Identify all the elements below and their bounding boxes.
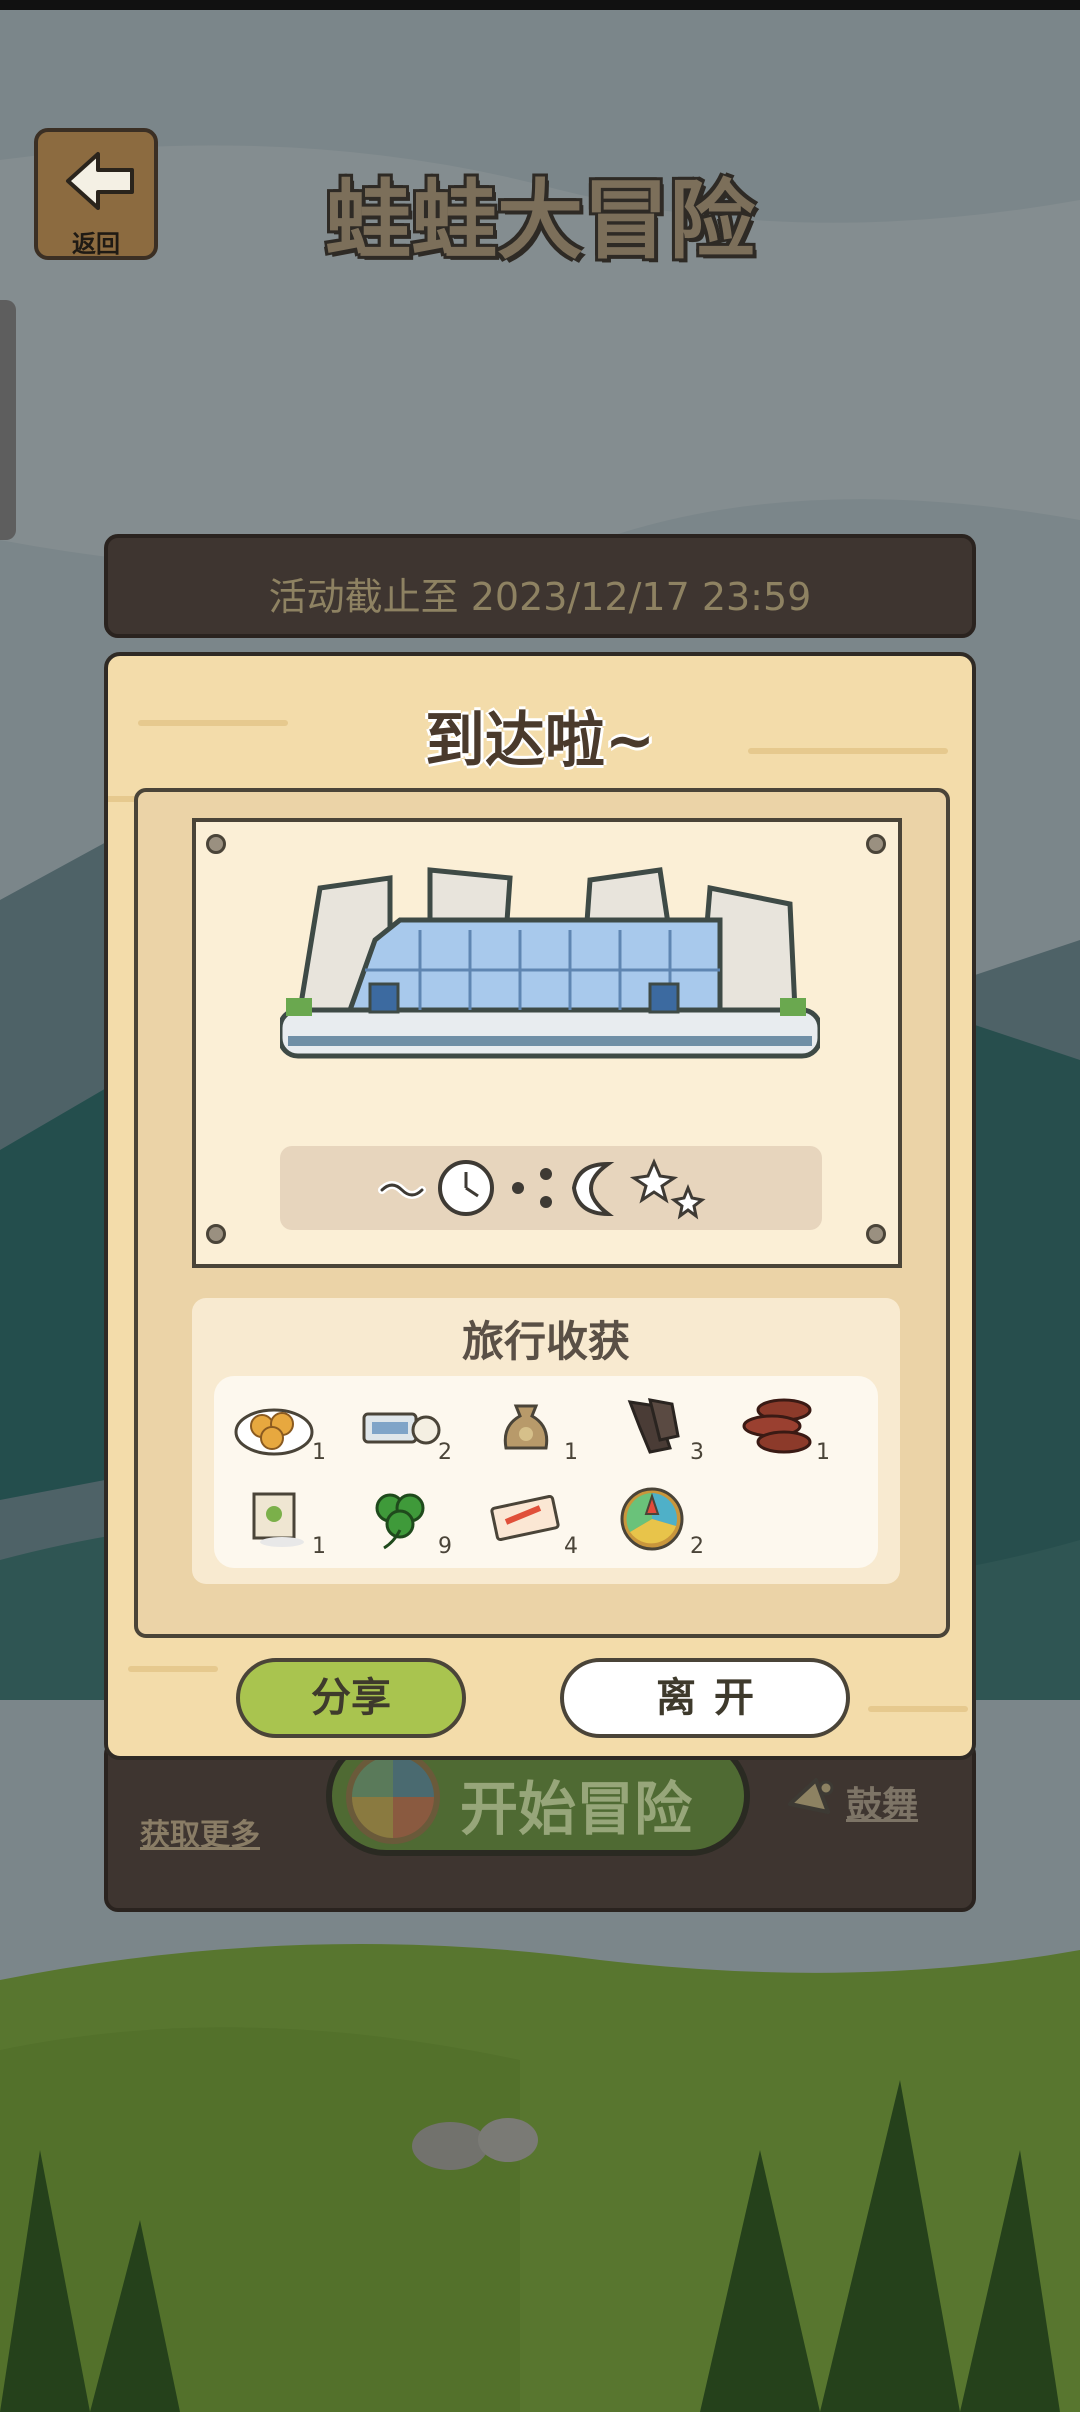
harvest-item[interactable]: 1 (214, 1480, 338, 1570)
glass-building-icon (280, 867, 820, 1059)
start-adventure-label: 开始冒险 (460, 1775, 693, 1843)
page-title: 蛙蛙大冒险 (325, 171, 755, 271)
harvest-title: 旅行收获 (461, 1317, 630, 1366)
money-bag-icon (503, 1404, 549, 1450)
harvest-section: 旅行收获 1 2 1 3 1 1 9 4 2 (192, 1298, 900, 1584)
get-more-link[interactable]: 获取更多 (140, 1810, 260, 1854)
harvest-item[interactable]: 2 (592, 1480, 716, 1570)
nail (866, 834, 886, 854)
nail (206, 1224, 226, 1244)
dialog-title: 到达啦~ (424, 706, 656, 776)
harvest-items-grid: 1 2 1 3 1 1 9 4 2 (214, 1376, 878, 1568)
destination-poster (192, 818, 902, 1268)
item-count: 3 (690, 1440, 704, 1465)
item-count: 1 (816, 1440, 830, 1465)
seed-packet-icon (252, 1492, 304, 1547)
status-bar (0, 0, 1080, 10)
item-count: 2 (438, 1440, 452, 1465)
event-board-header: 活动截止至 2023/12/17 23:59 (104, 534, 976, 638)
wood-grain (128, 1666, 218, 1672)
event-deadline: 活动截止至 2023/12/17 23:59 (268, 575, 812, 619)
harvest-item[interactable]: 1 (466, 1386, 590, 1476)
share-button[interactable]: 分享 (236, 1658, 466, 1738)
spinner-wheel-icon (620, 1487, 684, 1551)
nail (206, 834, 226, 854)
spinner-wheel-icon (346, 1750, 440, 1844)
coin-stack-icon (742, 1398, 812, 1454)
harvest-item[interactable]: 1 (214, 1386, 338, 1476)
item-count: 1 (564, 1440, 578, 1465)
harvest-item[interactable]: 1 (718, 1386, 842, 1476)
nail (866, 1224, 886, 1244)
harvest-item[interactable]: 9 (340, 1480, 464, 1570)
travel-symbols-icon (378, 1158, 706, 1220)
item-count: 9 (438, 1534, 452, 1559)
arrow-left-icon (66, 152, 134, 210)
item-count: 1 (312, 1534, 326, 1559)
megaphone-icon (788, 1778, 834, 1814)
harvest-item[interactable]: 3 (592, 1386, 716, 1476)
leave-button[interactable]: 离开 (560, 1658, 850, 1738)
back-button[interactable]: 返回 (34, 128, 158, 260)
wood-grain (868, 1706, 968, 1712)
charm-ticket-icon (490, 1494, 560, 1542)
cheer-label: 鼓舞 (846, 1785, 919, 1826)
item-count: 1 (312, 1440, 326, 1465)
clover-icon (375, 1493, 425, 1550)
arrival-dialog: 到达啦~ 旅行收获 1 2 1 3 1 1 9 4 2 分享 离开 (104, 652, 976, 1760)
back-label: 返回 (72, 230, 120, 258)
dried-meat-icon (627, 1398, 680, 1454)
harvest-item[interactable]: 2 (340, 1386, 464, 1476)
cookies-plate-icon (234, 1408, 314, 1456)
harvest-item[interactable]: 4 (466, 1480, 590, 1570)
item-count: 2 (690, 1534, 704, 1559)
item-count: 4 (564, 1534, 578, 1559)
side-handle[interactable] (0, 300, 16, 540)
result-panel: 旅行收获 1 2 1 3 1 1 9 4 2 (134, 788, 950, 1638)
ticket-icon (362, 1412, 441, 1445)
travel-message-bar (280, 1146, 822, 1230)
